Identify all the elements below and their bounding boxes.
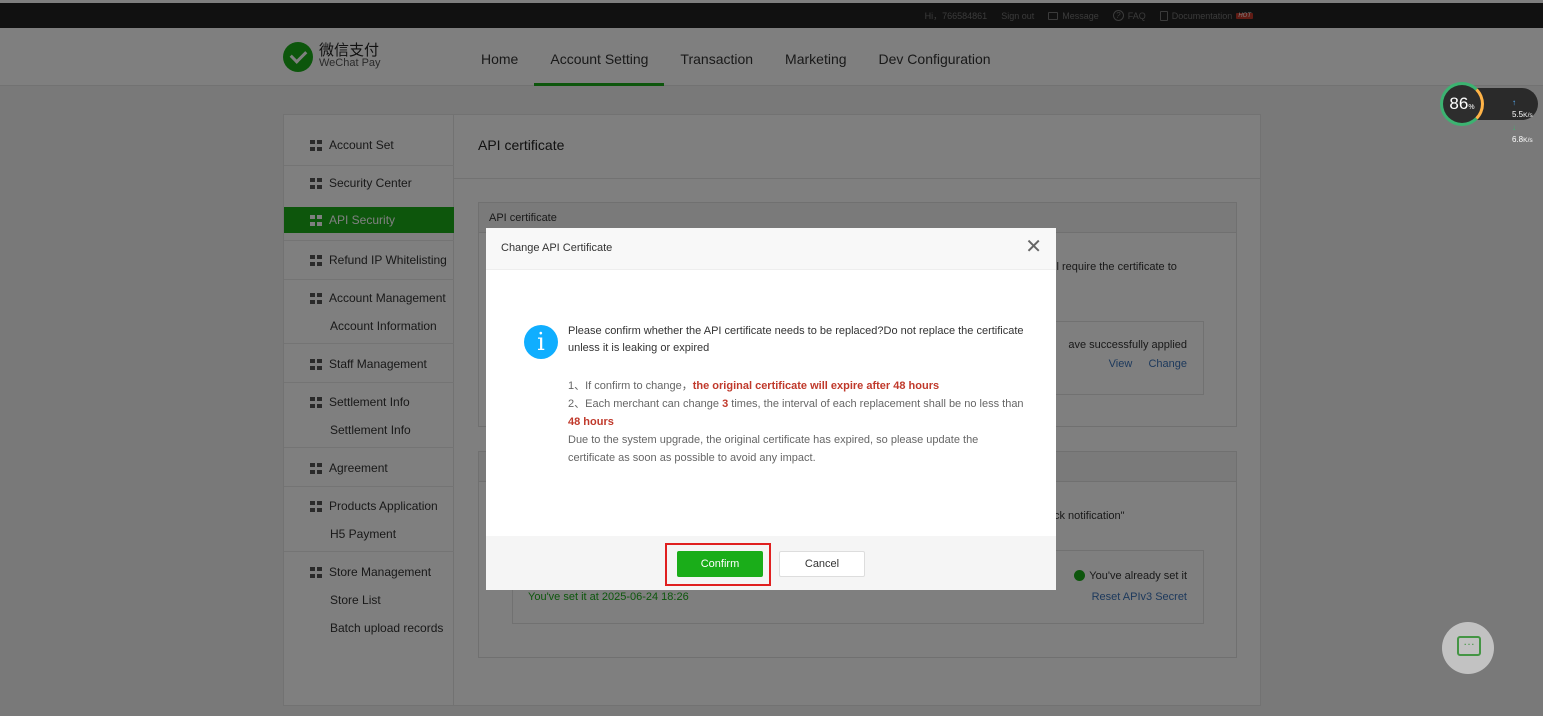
change-api-certificate-dialog: Change API Certificate ✕ i Please confir…: [486, 228, 1056, 590]
usage-percent: 86%: [1440, 82, 1484, 126]
dialog-footer: Confirm Cancel: [486, 536, 1056, 590]
dialog-notes: 1、If confirm to change，the original cert…: [568, 377, 1028, 467]
dialog-message: Please confirm whether the API certifica…: [568, 325, 1024, 354]
download-arrow-icon: ↓: [1512, 123, 1516, 132]
confirm-highlight-box: [665, 543, 771, 586]
chat-support-button[interactable]: [1442, 622, 1494, 674]
note-2: 2、Each merchant can change 3 times, the …: [568, 398, 1024, 428]
info-icon: i: [524, 325, 558, 359]
speed-values: ↑ 5.5K/s ↓ 6.8K/s: [1512, 98, 1533, 144]
network-speed-widget[interactable]: ↑ 5.5K/s ↓ 6.8K/s 86%: [1440, 82, 1540, 144]
note-1: 1、If confirm to change，the original cert…: [568, 380, 940, 392]
note-3: Due to the system upgrade, the original …: [568, 434, 979, 464]
upload-arrow-icon: ↑: [1512, 98, 1516, 107]
cancel-button[interactable]: Cancel: [779, 551, 865, 577]
dialog-title: Change API Certificate: [501, 242, 613, 254]
close-icon[interactable]: ✕: [1025, 237, 1042, 257]
dialog-header: Change API Certificate ✕: [486, 228, 1056, 270]
